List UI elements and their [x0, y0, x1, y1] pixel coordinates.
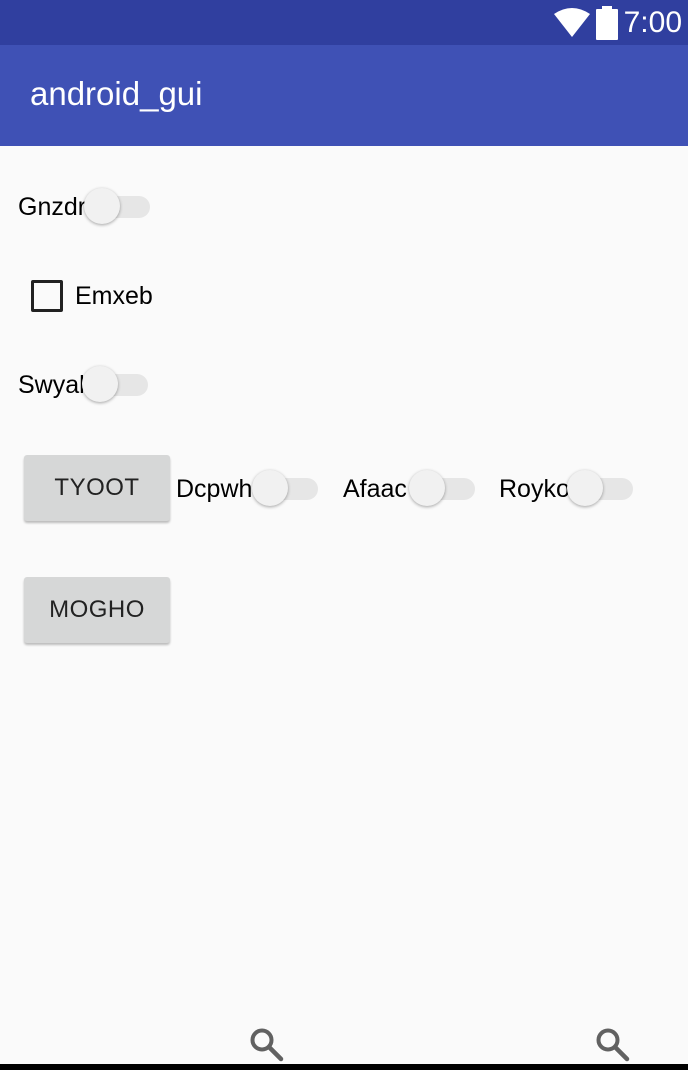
- battery-icon: [595, 5, 618, 40]
- switch-royko[interactable]: [567, 468, 635, 508]
- checkbox-emxeb-label[interactable]: Emxeb: [75, 282, 153, 311]
- switch-thumb: [82, 366, 118, 402]
- switch-gnzdr-label: Gnzdr: [18, 193, 87, 221]
- search-icon[interactable]: [595, 1027, 631, 1063]
- switch-dcpwh-label: Dcpwh: [176, 475, 253, 503]
- switch-swyal[interactable]: [82, 364, 150, 404]
- switch-royko-label: Royko: [499, 475, 570, 503]
- status-bar: 7:00: [0, 0, 688, 45]
- switch-thumb: [409, 470, 445, 506]
- switch-swyal-label: Swyal: [18, 371, 85, 399]
- bottom-edge: [0, 1064, 688, 1070]
- app-title: android_gui: [30, 75, 203, 112]
- switch-dcpwh[interactable]: [252, 468, 320, 508]
- switch-thumb: [252, 470, 288, 506]
- app-bar: android_gui: [0, 45, 688, 146]
- switch-afaac[interactable]: [409, 468, 477, 508]
- checkbox-emxeb[interactable]: [31, 280, 63, 312]
- mogho-button[interactable]: MOGHO: [24, 577, 170, 643]
- switch-thumb: [84, 188, 120, 224]
- search-icon[interactable]: [249, 1027, 285, 1063]
- wifi-icon: [553, 7, 590, 37]
- status-time: 7:00: [623, 5, 682, 39]
- status-icons: 7:00: [553, 0, 682, 45]
- switch-thumb: [567, 470, 603, 506]
- switch-afaac-label: Afaac: [343, 475, 407, 503]
- switch-gnzdr[interactable]: [84, 186, 152, 226]
- tyoot-button[interactable]: TYOOT: [24, 455, 170, 521]
